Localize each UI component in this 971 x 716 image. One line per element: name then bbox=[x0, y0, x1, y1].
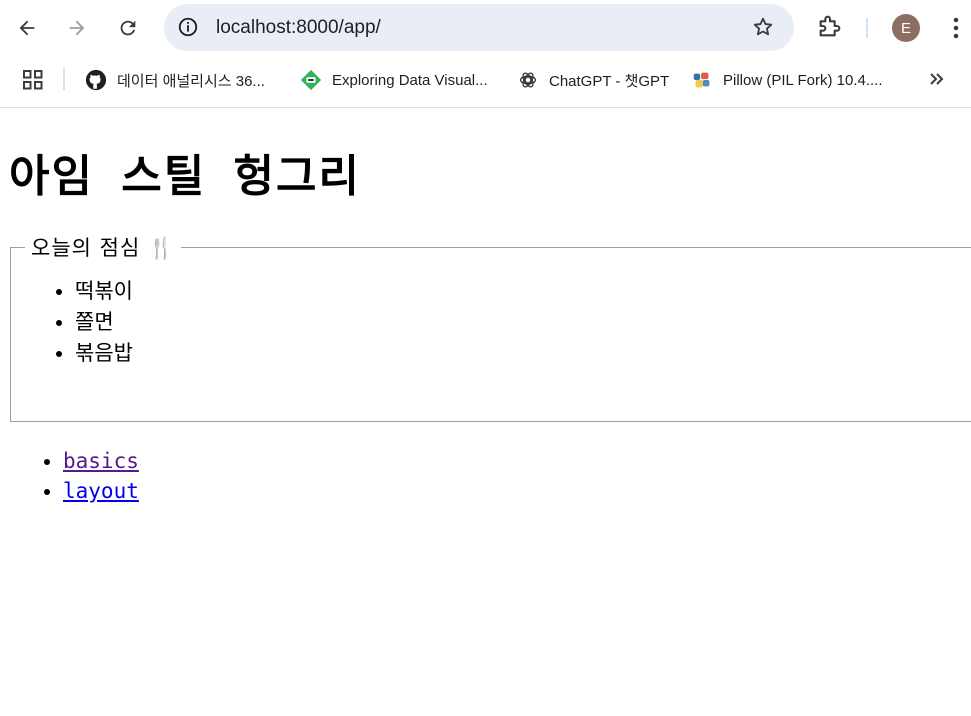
bookmarks-bar: 데이터 애널리시스 36... Exploring Data Visual...… bbox=[0, 56, 971, 108]
bookmark-item[interactable]: ChatGPT - 챗GPT bbox=[517, 68, 669, 92]
github-icon bbox=[85, 69, 107, 91]
list-item: 떡볶이 bbox=[75, 276, 133, 307]
puzzle-icon bbox=[819, 15, 841, 37]
lunch-legend: 오늘의 점심 🍴 bbox=[25, 232, 181, 262]
datacamp-icon bbox=[300, 69, 322, 91]
list-item: basics bbox=[63, 446, 139, 476]
bookmark-star-icon[interactable] bbox=[752, 16, 774, 42]
toolbar-separator bbox=[866, 18, 868, 38]
basics-link[interactable]: basics bbox=[63, 449, 139, 473]
reload-button[interactable] bbox=[112, 12, 144, 44]
layout-link[interactable]: layout bbox=[63, 479, 139, 503]
bookmark-item[interactable]: 데이터 애널리시스 36... bbox=[85, 68, 265, 92]
url-text[interactable]: localhost:8000/app/ bbox=[216, 17, 381, 39]
extensions-button[interactable] bbox=[816, 12, 844, 44]
bookmark-label: ChatGPT - 챗GPT bbox=[549, 72, 670, 90]
bookmark-item[interactable]: Exploring Data Visual... bbox=[300, 68, 488, 92]
legend-label: 오늘의 점심 bbox=[31, 236, 141, 260]
back-button[interactable] bbox=[11, 12, 43, 44]
browser-toolbar: localhost:8000/app/ E bbox=[0, 0, 971, 56]
site-info-icon[interactable] bbox=[176, 15, 200, 39]
bookmark-item[interactable]: Pillow (PIL Fork) 10.4.... bbox=[691, 68, 883, 92]
snack-list: 떡볶이 쫄면 볶음밥 bbox=[50, 276, 133, 369]
nav-link-list: basics layout bbox=[38, 446, 139, 506]
page-title: 아임 스틸 헝그리 bbox=[9, 151, 361, 202]
pillow-icon bbox=[691, 69, 713, 91]
bookmark-label: 데이터 애널리시스 36... bbox=[117, 72, 265, 90]
more-vertical-icon bbox=[953, 17, 959, 39]
forward-button[interactable] bbox=[61, 12, 93, 44]
more-bookmarks-button[interactable] bbox=[928, 70, 946, 92]
list-item: 볶음밥 bbox=[75, 338, 133, 369]
list-item: 쫄면 bbox=[75, 307, 133, 338]
arrow-right-icon bbox=[69, 20, 85, 36]
bookmark-label: Exploring Data Visual... bbox=[332, 71, 488, 89]
fork-knife-icon: 🍴 bbox=[147, 236, 176, 260]
apps-grid-icon[interactable] bbox=[22, 69, 44, 95]
double-chevron-right-icon bbox=[930, 73, 944, 85]
list-item: layout bbox=[63, 476, 139, 506]
openai-icon bbox=[517, 69, 539, 91]
menu-button[interactable] bbox=[944, 14, 968, 46]
address-bar[interactable]: localhost:8000/app/ bbox=[164, 4, 794, 51]
lunch-fieldset: 오늘의 점심 🍴 bbox=[10, 232, 971, 422]
arrow-left-icon bbox=[19, 20, 35, 36]
bookmarks-separator bbox=[63, 68, 65, 90]
bookmark-label: Pillow (PIL Fork) 10.4.... bbox=[723, 71, 883, 89]
reload-icon bbox=[120, 20, 136, 36]
profile-avatar[interactable]: E bbox=[892, 14, 920, 42]
